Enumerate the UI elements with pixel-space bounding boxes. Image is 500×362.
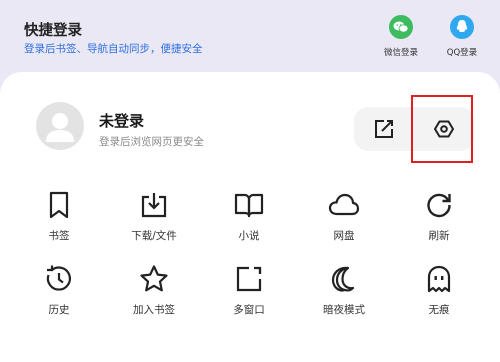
ghost-icon (399, 262, 479, 296)
grid-label: 下载/文件 (131, 230, 177, 242)
grid-label: 小说 (238, 230, 260, 242)
grid-item-incognito[interactable]: 无痕 (399, 262, 479, 317)
windows-icon (209, 262, 289, 296)
cloud-icon (304, 188, 384, 222)
banner-title: 快捷登录 (24, 23, 82, 39)
grid-item-refresh[interactable]: 刷新 (399, 188, 479, 243)
download-icon (114, 188, 194, 222)
grid-label: 多窗口 (233, 304, 265, 316)
grid-label: 书签 (48, 230, 70, 242)
moon-icon (304, 262, 384, 296)
history-icon (19, 262, 99, 296)
grid-item-multi-window[interactable]: 多窗口 (209, 262, 289, 317)
bookmark-icon (19, 188, 99, 222)
grid-item-bookmarks[interactable]: 书签 (19, 188, 99, 243)
edit-icon (375, 120, 393, 138)
avatar-icon[interactable] (36, 102, 84, 150)
refresh-icon (399, 188, 479, 222)
grid-label: 暗夜模式 (323, 304, 365, 316)
user-name[interactable]: 未登录 (99, 110, 144, 131)
book-icon (209, 188, 289, 222)
grid-label: 网盘 (333, 230, 355, 242)
grid-label: 刷新 (428, 230, 450, 242)
grid-item-add-bookmark[interactable]: 加入书签 (114, 262, 194, 317)
qq-login-label: QQ登录 (446, 48, 478, 58)
qq-login-button[interactable]: QQ登录 (432, 15, 492, 58)
grid-label: 历史 (48, 304, 70, 316)
edit-button[interactable] (354, 107, 414, 151)
banner-subtitle: 登录后书签、导航自动同步，便捷安全 (24, 43, 203, 55)
wechat-login-label: 微信登录 (383, 48, 418, 58)
grid-label: 无痕 (428, 304, 450, 316)
grid-item-dark-mode[interactable]: 暗夜模式 (304, 262, 384, 317)
grid-item-history[interactable]: 历史 (19, 262, 99, 317)
star-icon (114, 262, 194, 296)
wechat-login-button[interactable]: 微信登录 (371, 15, 431, 58)
grid-item-novels[interactable]: 小说 (209, 188, 289, 243)
user-subtitle: 登录后浏览网页更安全 (99, 136, 204, 148)
grid-item-cloud[interactable]: 网盘 (304, 188, 384, 243)
settings-highlight-box (411, 95, 473, 163)
grid-label: 加入书签 (133, 304, 175, 316)
wechat-icon (389, 15, 413, 39)
qq-icon (450, 15, 474, 39)
quick-login-banner: 快捷登录 登录后书签、导航自动同步，便捷安全 微信登录 QQ登录 (0, 0, 500, 80)
grid-item-downloads[interactable]: 下载/文件 (114, 188, 194, 243)
